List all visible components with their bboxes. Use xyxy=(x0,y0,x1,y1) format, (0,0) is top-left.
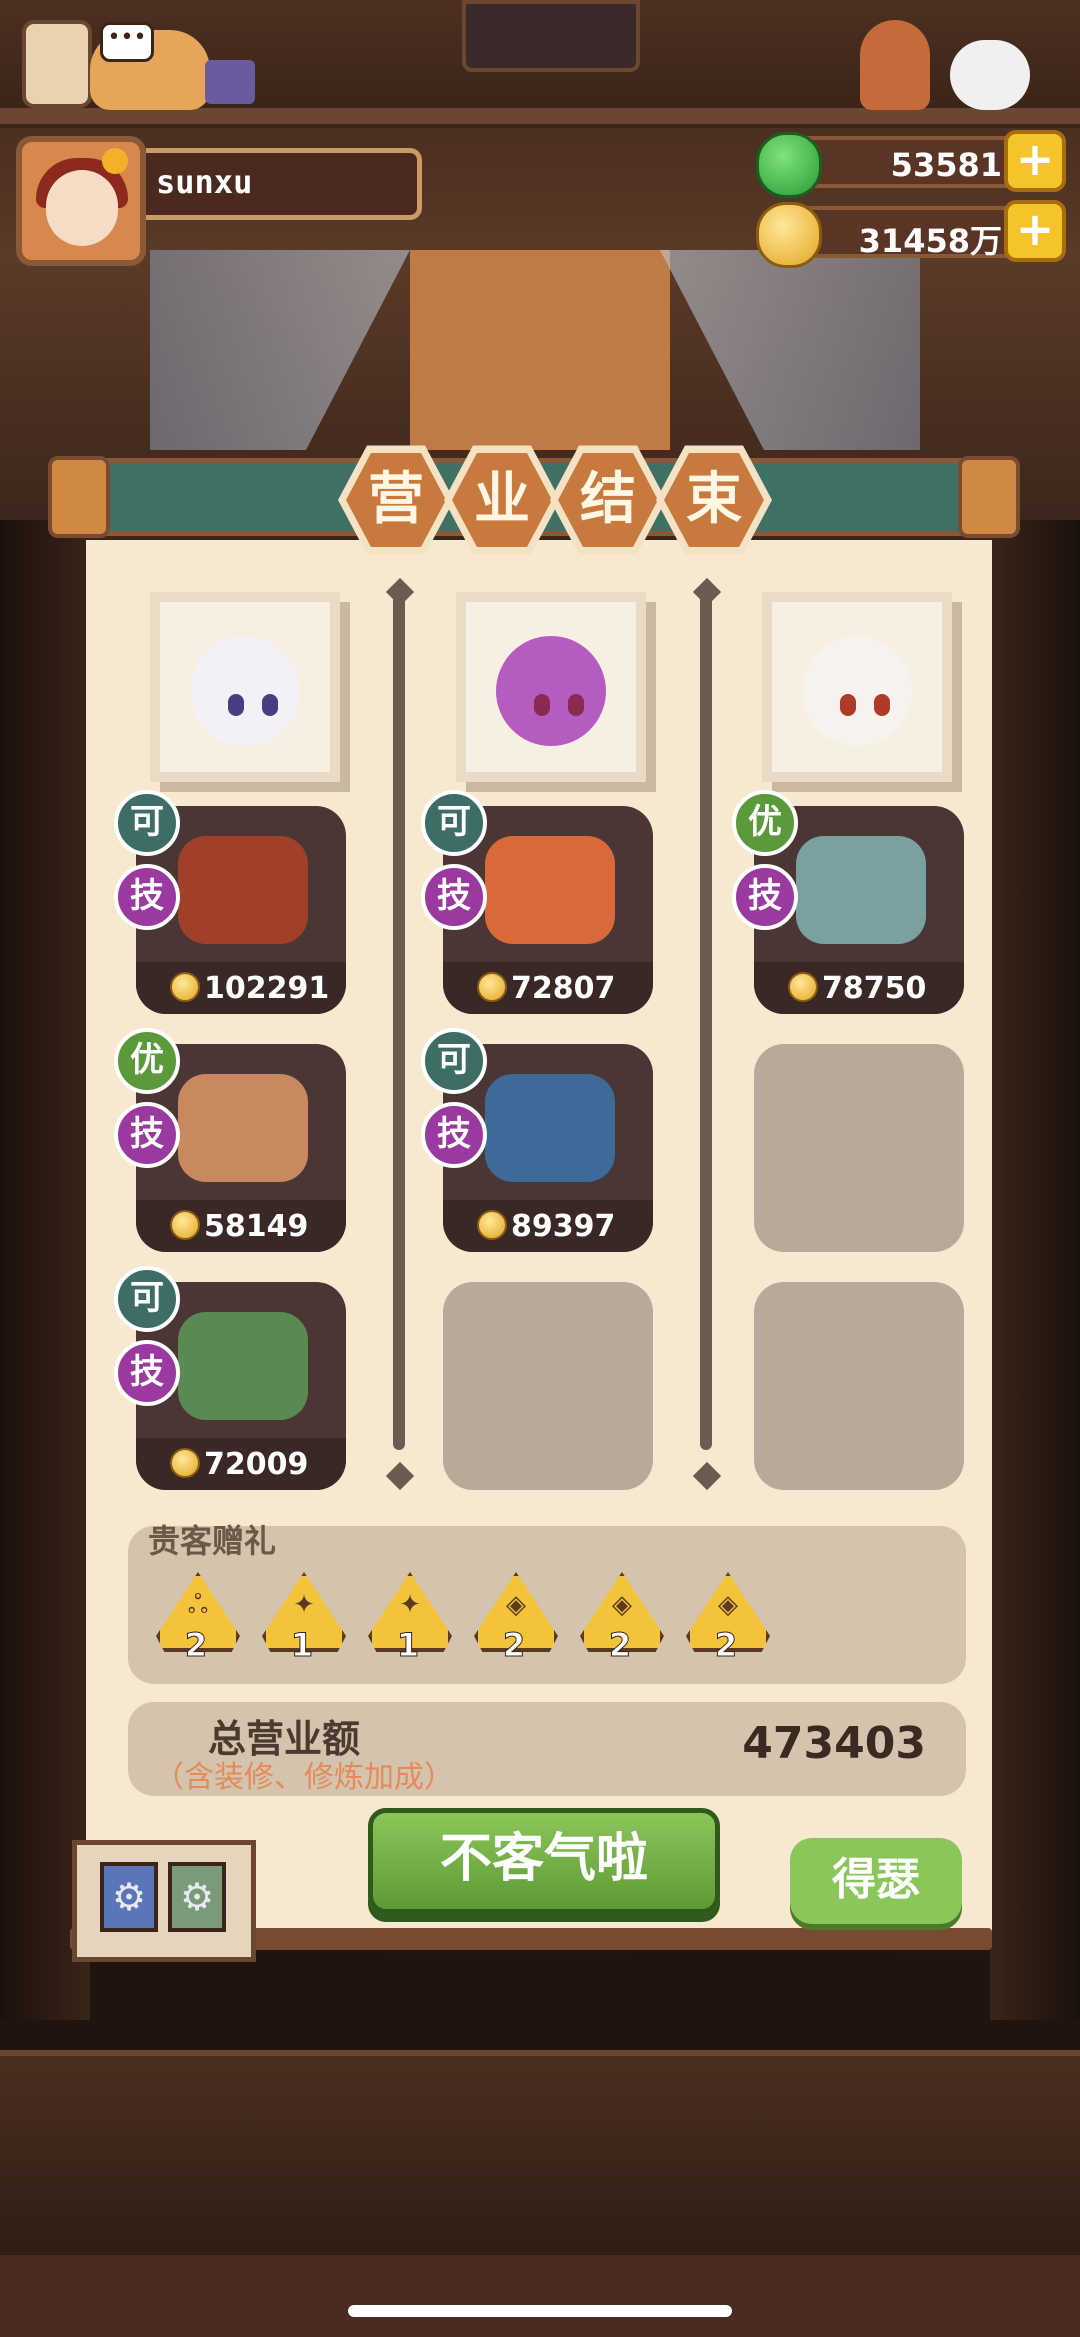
dish-image xyxy=(485,1074,615,1182)
paw-sign-decoration xyxy=(22,20,92,108)
gift-emblem-icon: ◈ xyxy=(612,1590,632,1620)
grade-badge: 可 xyxy=(421,1028,487,1094)
add-gold-button[interactable]: + xyxy=(1004,200,1066,262)
column-divider-1 xyxy=(393,590,405,1450)
title-char-3: 结 xyxy=(558,453,658,547)
gold-coin-icon xyxy=(170,1448,200,1478)
character-decoration xyxy=(860,20,930,110)
player-name: sunxu xyxy=(156,163,253,201)
gear-icon[interactable]: ⚙ xyxy=(100,1862,158,1932)
chef-face xyxy=(190,636,300,746)
grade-badge: 可 xyxy=(421,790,487,856)
chef-eye xyxy=(534,694,550,716)
skill-badge: 技 xyxy=(732,864,798,930)
dish-value: 72009 xyxy=(204,1447,309,1482)
back-window xyxy=(410,250,670,450)
jade-coin-icon xyxy=(756,132,822,198)
chef-face xyxy=(496,636,606,746)
chef-portrait-3[interactable] xyxy=(762,592,952,782)
grade-badge: 优 xyxy=(732,790,798,856)
chef-eye xyxy=(262,694,278,716)
dish-value: 78750 xyxy=(822,971,927,1006)
gold-coin-icon xyxy=(170,972,200,1002)
chef-eye xyxy=(228,694,244,716)
gift-count: 1 xyxy=(396,1626,420,1665)
grade-badge: 可 xyxy=(114,790,180,856)
book-decoration xyxy=(205,60,255,104)
title-char-4: 束 xyxy=(664,453,764,547)
skill-badge: 技 xyxy=(421,1102,487,1168)
dish-value: 72807 xyxy=(511,971,616,1006)
gold-coin-icon xyxy=(170,1210,200,1240)
player-avatar[interactable] xyxy=(16,136,146,266)
title-char-2: 业 xyxy=(452,453,552,547)
chef-eye xyxy=(874,694,890,716)
chat-bubble-icon[interactable]: ••• xyxy=(100,22,154,62)
chef-eye xyxy=(840,694,856,716)
home-indicator[interactable] xyxy=(348,2305,732,2317)
left-curtain xyxy=(150,250,410,450)
empty-dish-slot xyxy=(754,1282,964,1490)
player-name-plate: sunxu xyxy=(146,148,422,220)
gold-coin-icon xyxy=(756,202,822,268)
top-shelf xyxy=(0,108,1080,124)
title-bar-left-cap xyxy=(48,456,110,538)
gift-emblem-icon: ◈ xyxy=(506,1590,526,1620)
title-char-1: 营 xyxy=(346,453,446,547)
counter xyxy=(0,2050,1080,2266)
skill-badge: 技 xyxy=(421,864,487,930)
chef-portrait-2[interactable] xyxy=(456,592,646,782)
gift-count: 1 xyxy=(290,1626,314,1665)
gold-coin-icon xyxy=(477,972,507,1002)
gold-coin-icon xyxy=(788,972,818,1002)
skill-badge: 技 xyxy=(114,1102,180,1168)
brag-button[interactable]: 得瑟 xyxy=(790,1838,962,1924)
white-cat-decoration xyxy=(950,40,1030,110)
gift-emblem-icon: ✦ xyxy=(399,1590,421,1620)
bottom-strip xyxy=(0,2255,1080,2337)
gift-emblem-icon: ஃ xyxy=(187,1590,209,1620)
skill-badge: 技 xyxy=(114,1340,180,1406)
gift-count: 2 xyxy=(184,1626,208,1665)
avatar-face xyxy=(46,170,118,246)
gold-amount: 31458万 xyxy=(858,222,1002,260)
grade-badge: 优 xyxy=(114,1028,180,1094)
dish-value: 102291 xyxy=(204,971,330,1006)
portrait-frame-decoration xyxy=(462,0,640,72)
total-revenue-value: 473403 xyxy=(742,1718,926,1769)
right-wall xyxy=(990,520,1080,2020)
avatar-crown-icon xyxy=(102,148,128,174)
skill-badge: 技 xyxy=(114,864,180,930)
title-bar-right-cap xyxy=(958,456,1020,538)
gift-count: 2 xyxy=(714,1626,738,1665)
dish-image xyxy=(485,836,615,944)
dish-image xyxy=(178,1312,308,1420)
gift-emblem-icon: ✦ xyxy=(293,1590,315,1620)
empty-dish-slot xyxy=(754,1044,964,1252)
gift-emblem-icon: ◈ xyxy=(718,1590,738,1620)
confirm-button[interactable]: 不客气啦 xyxy=(368,1808,720,1914)
add-jade-button[interactable]: + xyxy=(1004,130,1066,192)
chef-portrait-1[interactable] xyxy=(150,592,340,782)
dish-value: 58149 xyxy=(204,1209,309,1244)
jade-amount: 53581 xyxy=(890,146,1002,184)
left-wall xyxy=(0,520,90,2020)
dish-image xyxy=(178,1074,308,1182)
grade-badge: 可 xyxy=(114,1266,180,1332)
dish-image xyxy=(178,836,308,944)
right-curtain xyxy=(660,250,920,450)
dish-image xyxy=(796,836,926,944)
gift-count: 2 xyxy=(608,1626,632,1665)
column-divider-2 xyxy=(700,590,712,1450)
chef-face xyxy=(802,636,912,746)
empty-dish-slot xyxy=(443,1282,653,1490)
chef-eye xyxy=(568,694,584,716)
dish-value: 89397 xyxy=(511,1209,616,1244)
gold-coin-icon xyxy=(477,1210,507,1240)
gift-count: 2 xyxy=(502,1626,526,1665)
total-revenue-note: （含装修、修炼加成） xyxy=(154,1760,454,1795)
guest-gifts-title: 贵客赠礼 xyxy=(148,1522,277,1560)
gear-icon[interactable]: ⚙ xyxy=(168,1862,226,1932)
